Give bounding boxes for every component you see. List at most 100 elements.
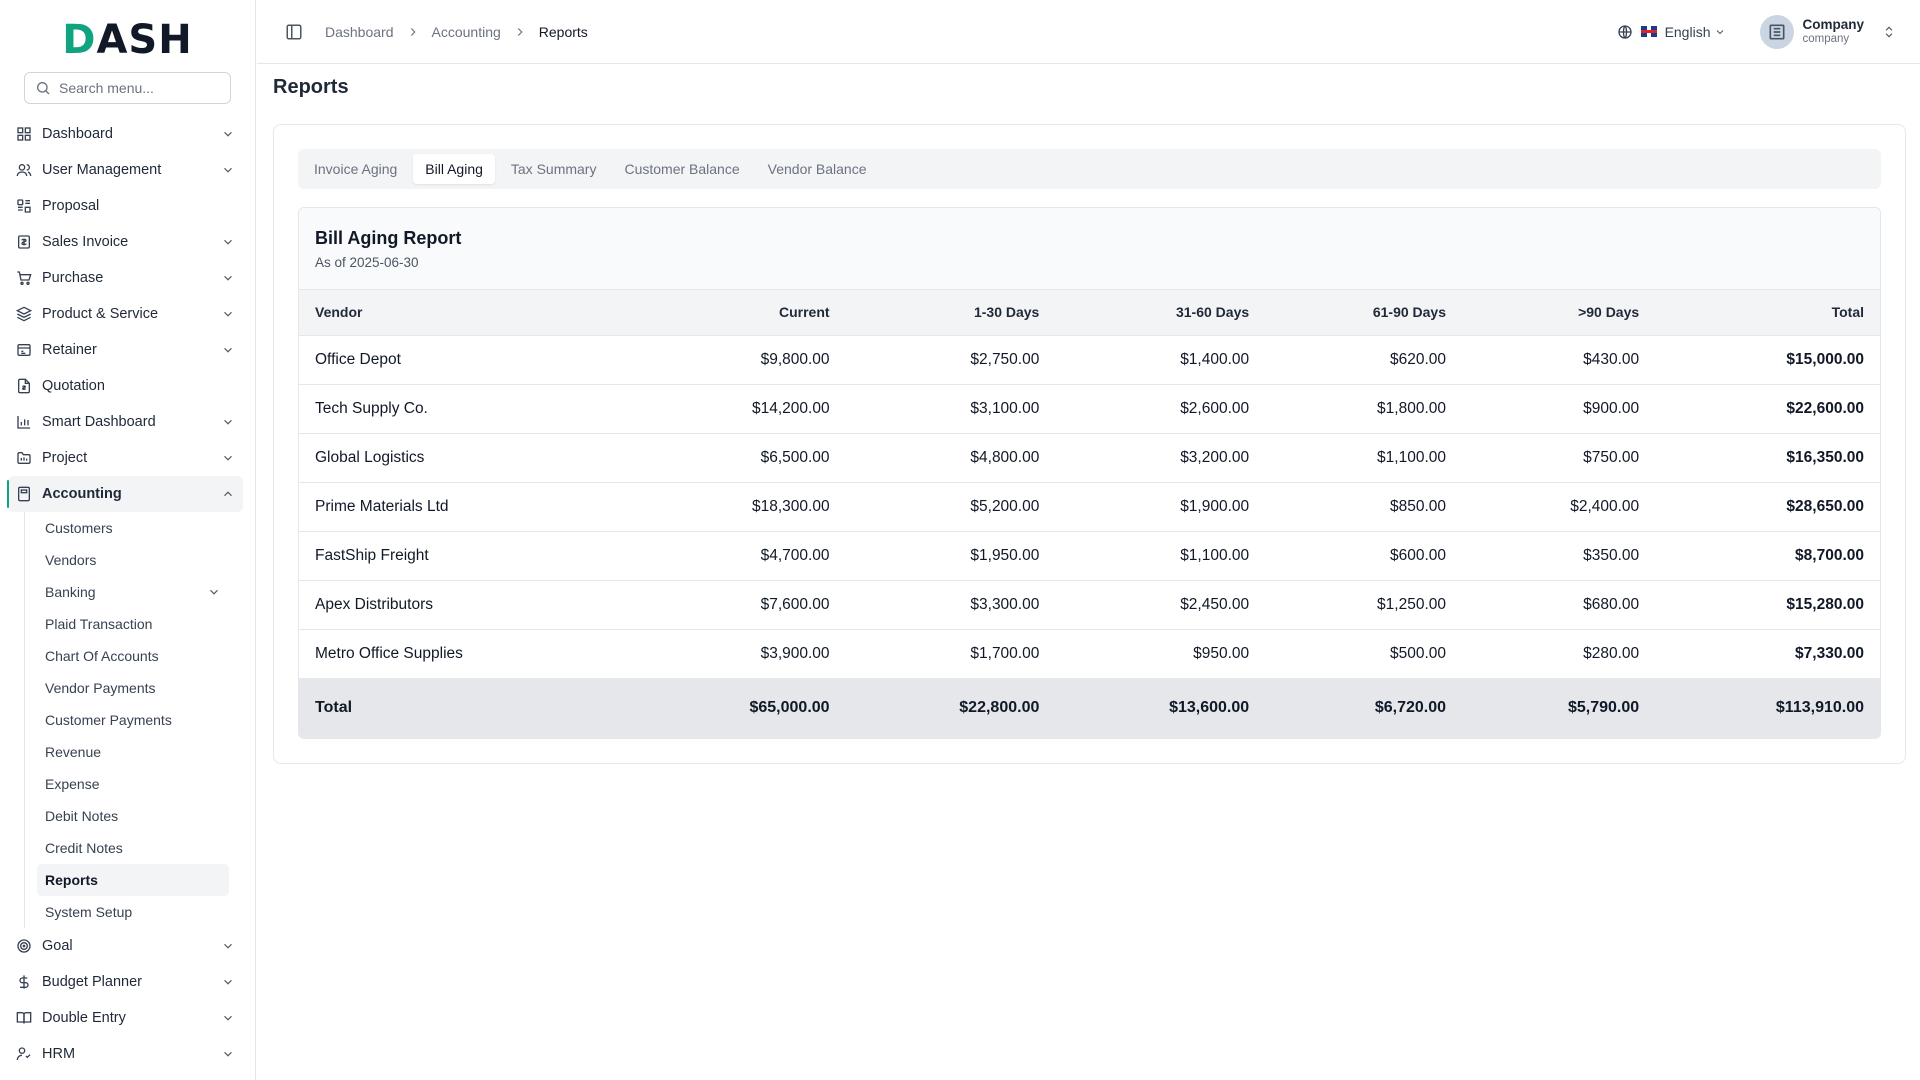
table-cell: $950.00 <box>1055 629 1266 679</box>
sidebar-item-retainer[interactable]: Retainer <box>8 332 243 368</box>
submenu-item-plaid-transaction[interactable]: Plaid Transaction <box>37 608 229 640</box>
submenu-item-chart-of-accounts[interactable]: Chart Of Accounts <box>37 640 229 672</box>
table-cell: $6,500.00 <box>635 433 846 483</box>
submenu-item-label: Expense <box>45 776 100 792</box>
submenu-item-label: Vendor Payments <box>45 680 156 696</box>
sidebar-toggle-icon[interactable] <box>285 23 303 41</box>
top-header: Dashboard Accounting Reports English Com… <box>257 0 1920 64</box>
sidebar-item-hrm[interactable]: HRM <box>8 1036 243 1072</box>
chevron-down-icon <box>224 311 232 317</box>
table-cell: $7,330.00 <box>1655 629 1880 679</box>
report-header: Bill Aging Report As of 2025-06-30 <box>299 208 1880 290</box>
tab-tax-summary[interactable]: Tax Summary <box>499 154 609 184</box>
user-menu[interactable]: Company company <box>1760 14 1896 49</box>
breadcrumb-dashboard[interactable]: Dashboard <box>325 24 394 40</box>
table-cell: $1,250.00 <box>1265 580 1463 630</box>
submenu-item-customers[interactable]: Customers <box>37 512 229 544</box>
dollar-icon <box>19 975 29 989</box>
submenu-item-banking[interactable]: Banking <box>37 576 229 608</box>
submenu-item-label: Reports <box>45 872 98 888</box>
breadcrumb-accounting[interactable]: Accounting <box>432 24 501 40</box>
column-header: 1-30 Days <box>845 290 1056 336</box>
table-cell: $4,700.00 <box>635 531 846 581</box>
submenu-item-label: Customers <box>45 520 113 536</box>
submenu-item-vendor-payments[interactable]: Vendor Payments <box>37 672 229 704</box>
sidebar-item-product-service[interactable]: Product & Service <box>8 296 243 332</box>
table-cell: $1,900.00 <box>1055 482 1266 532</box>
submenu-item-label: Debit Notes <box>45 808 119 824</box>
submenu-item-expense[interactable]: Expense <box>37 768 229 800</box>
sidebar-item-label: HRM <box>42 1046 76 1062</box>
table-cell: $3,200.00 <box>1055 433 1266 483</box>
submenu-item-vendors[interactable]: Vendors <box>37 544 229 576</box>
submenu-item-customer-payments[interactable]: Customer Payments <box>37 704 229 736</box>
tab-customer-balance[interactable]: Customer Balance <box>612 154 751 184</box>
search-box[interactable] <box>24 72 231 104</box>
table-cell: Tech Supply Co. <box>299 384 636 434</box>
submenu-item-label: Chart Of Accounts <box>45 648 159 664</box>
table-cell: $5,200.00 <box>845 482 1056 532</box>
sidebar-item-double-entry[interactable]: Double Entry <box>8 1000 243 1036</box>
submenu-item-label: System Setup <box>45 904 133 920</box>
cart-icon <box>17 271 32 285</box>
logo-wordmark: ASH <box>96 17 193 63</box>
chevron-down-icon <box>224 167 232 173</box>
reports-card: Invoice Aging Bill Aging Tax Summary Cus… <box>273 124 1906 764</box>
sidebar-item-label: Smart Dashboard <box>42 414 156 430</box>
sidebar-item-budget-planner[interactable]: Budget Planner <box>8 964 243 1000</box>
page-title: Reports <box>273 76 349 98</box>
chevron-down-icon <box>224 979 232 985</box>
sidebar-item-user-management[interactable]: User Management <box>8 152 243 188</box>
sidebar-item-goal[interactable]: Goal <box>8 928 243 964</box>
chevron-down-icon <box>224 275 232 281</box>
sidebar-item-project[interactable]: Project <box>8 440 243 476</box>
submenu-item-label: Credit Notes <box>45 840 123 856</box>
bill-aging-report: Bill Aging Report As of 2025-06-30 Vendo… <box>298 207 1881 739</box>
header-actions: English Company company <box>1617 14 1896 49</box>
tab-invoice-aging[interactable]: Invoice Aging <box>302 154 409 184</box>
sidebar-item-smart-dashboard[interactable]: Smart Dashboard <box>8 404 243 440</box>
tab-vendor-balance[interactable]: Vendor Balance <box>756 154 879 184</box>
table-cell: $2,600.00 <box>1055 384 1266 434</box>
sidebar-item-label: Retainer <box>42 342 97 358</box>
column-header: 31-60 Days <box>1055 290 1266 336</box>
tab-bill-aging[interactable]: Bill Aging <box>413 154 495 184</box>
target-icon <box>17 939 31 953</box>
sidebar-item-dashboard[interactable]: Dashboard <box>8 116 243 152</box>
sidebar-item-quotation[interactable]: Quotation <box>8 368 243 404</box>
submenu-item-debit-notes[interactable]: Debit Notes <box>37 800 229 832</box>
report-date: As of 2025-06-30 <box>315 255 419 270</box>
chevron-down-icon <box>224 239 232 245</box>
sidebar-item-label: Double Entry <box>42 1010 126 1026</box>
sidebar-item-accounting[interactable]: Accounting <box>7 476 243 512</box>
submenu-item-system-setup[interactable]: System Setup <box>37 896 229 928</box>
invoice-icon <box>18 235 30 249</box>
column-header: >90 Days <box>1462 290 1656 336</box>
table-cell: $15,000.00 <box>1655 335 1880 385</box>
table-cell: $1,400.00 <box>1055 335 1266 385</box>
table-row: Tech Supply Co. $14,200.00 $3,100.00 $2,… <box>299 384 1880 434</box>
submenu-item-label: Banking <box>45 584 96 600</box>
chevron-down-icon <box>1717 29 1724 34</box>
table-cell: $280.00 <box>1462 629 1656 679</box>
submenu-item-credit-notes[interactable]: Credit Notes <box>37 832 229 864</box>
sidebar-item-proposal[interactable]: Proposal <box>8 188 243 224</box>
submenu-item-reports[interactable]: Reports <box>37 864 229 896</box>
table-cell: $4,800.00 <box>845 433 1056 483</box>
sidebar-item-label: Proposal <box>42 198 100 214</box>
table-cell: $113,910.00 <box>1655 678 1880 738</box>
sidebar-item-sales-invoice[interactable]: Sales Invoice <box>8 224 243 260</box>
table-cell: $5,790.00 <box>1462 678 1656 738</box>
submenu-item-revenue[interactable]: Revenue <box>37 736 229 768</box>
quotation-icon <box>18 378 30 394</box>
accounting-submenu: Customers Vendors Banking Plaid Transact… <box>24 512 243 928</box>
search-input[interactable] <box>59 80 220 96</box>
logo[interactable]: DASH <box>0 0 255 80</box>
bar-chart-icon <box>17 416 30 429</box>
table-cell: $350.00 <box>1462 531 1656 581</box>
language-selector[interactable]: English <box>1617 24 1727 40</box>
sidebar-item-label: Sales Invoice <box>42 234 129 250</box>
retainer-icon <box>17 344 31 356</box>
table-cell: $28,650.00 <box>1655 482 1880 532</box>
sidebar-item-purchase[interactable]: Purchase <box>8 260 243 296</box>
